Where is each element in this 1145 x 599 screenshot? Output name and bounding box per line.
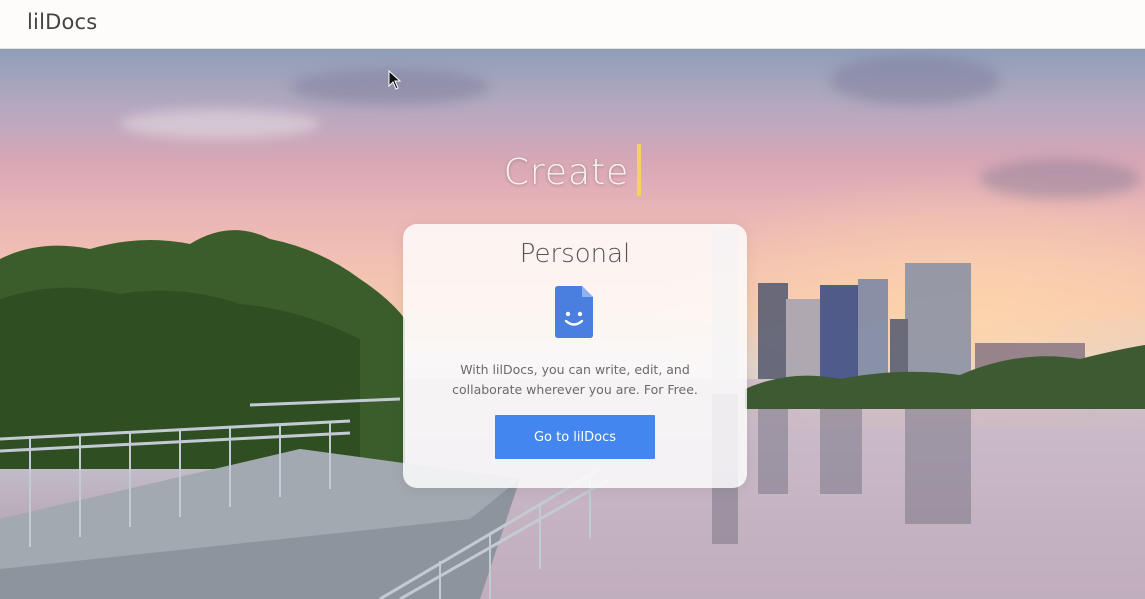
- mouse-pointer-icon: [388, 70, 402, 90]
- personal-card: Personal With lilDocs, you can write, ed…: [403, 224, 747, 488]
- typing-cursor: [637, 144, 642, 196]
- card-description: With lilDocs, you can write, edit, and c…: [452, 362, 698, 397]
- hero-headline: Create: [0, 144, 1145, 198]
- go-to-lildocs-button[interactable]: Go to lilDocs: [495, 415, 655, 459]
- top-nav-bar: lilDocs: [0, 0, 1145, 49]
- card-title: Personal: [519, 239, 631, 269]
- brand-logo[interactable]: lilDocs: [27, 10, 97, 34]
- headline-text: Create: [503, 151, 630, 193]
- document-smile-icon: [555, 286, 593, 338]
